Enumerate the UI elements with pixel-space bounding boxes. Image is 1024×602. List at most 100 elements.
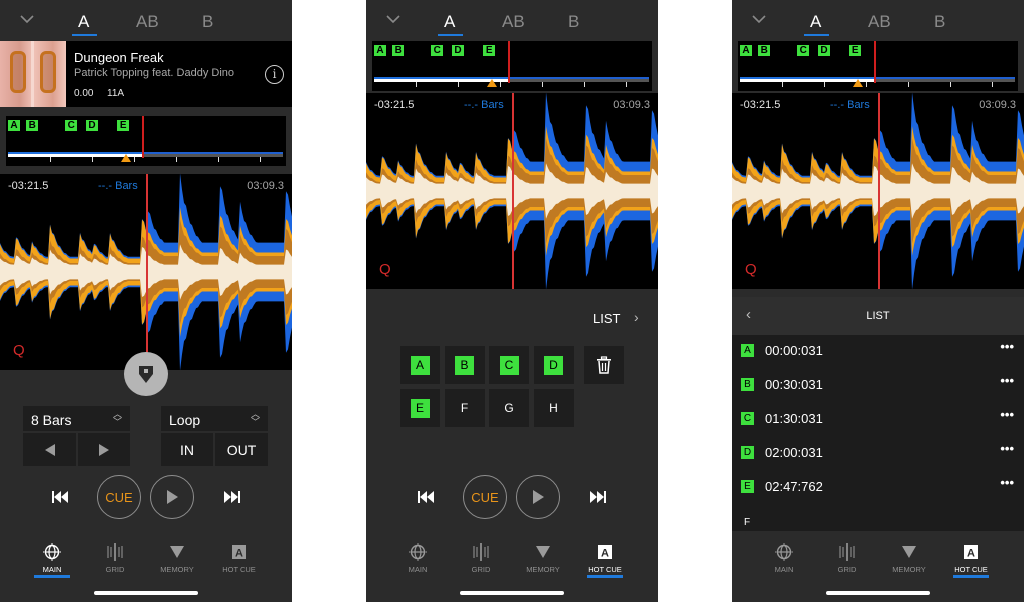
overview-waveform[interactable]: AB CD E (6, 116, 286, 166)
hot-cue-pad-d[interactable]: D (533, 346, 574, 384)
chevron-down-icon[interactable] (384, 12, 402, 26)
tab-deck-ab[interactable]: AB (136, 12, 159, 32)
hot-cue-list-row[interactable]: C 01:30:031 ••• (732, 403, 1024, 437)
hot-cue-pad-c[interactable]: C (489, 346, 529, 384)
info-icon[interactable]: i (265, 65, 284, 84)
hot-cue-pad-g[interactable]: G (489, 389, 529, 427)
overview-hot-cue-e[interactable]: E (849, 45, 862, 56)
next-track-icon[interactable] (223, 489, 241, 505)
more-options-icon[interactable]: ••• (1000, 475, 1014, 490)
track-info[interactable]: Dungeon Freak Patrick Topping feat. Dadd… (0, 41, 292, 107)
hot-cue-pad-f[interactable]: F (444, 389, 485, 427)
tab-deck-ab[interactable]: AB (502, 12, 525, 32)
overview-hot-cue-c[interactable]: C (65, 120, 78, 131)
bottom-nav: MAIN GRID MEMORY A HOT CUE (0, 537, 292, 593)
previous-track-icon[interactable] (417, 489, 435, 505)
overview-hot-cue-b[interactable]: B (26, 120, 39, 131)
quantize-button[interactable]: Q (745, 261, 757, 278)
overview-hot-cue-b[interactable]: B (392, 45, 405, 56)
play-button[interactable] (150, 475, 194, 519)
memory-cue-button[interactable] (124, 352, 168, 396)
play-button[interactable] (516, 475, 560, 519)
home-indicator[interactable] (94, 591, 198, 595)
hot-cue-label: H (549, 401, 558, 415)
nav-memory[interactable]: MEMORY (879, 537, 939, 587)
tab-deck-a[interactable]: A (444, 12, 455, 32)
waveform-display[interactable]: -03:21.5 --.- Bars 03:09.3 Q (732, 93, 1024, 289)
nav-hot-cue[interactable]: A HOT CUE (941, 537, 1001, 587)
overview-hot-cue-d[interactable]: D (818, 45, 830, 56)
list-header: ‹ LIST (732, 297, 1024, 335)
overview-waveform[interactable]: AB CD E (372, 41, 652, 91)
overview-hot-cue-a[interactable]: A (374, 45, 386, 56)
previous-track-icon[interactable] (51, 489, 69, 505)
cue-button[interactable]: CUE (97, 475, 141, 519)
hot-cue-list-row[interactable]: B 00:30:031 ••• (732, 369, 1024, 403)
beat-jump-back-button[interactable] (23, 433, 76, 466)
hot-cue-pad-a[interactable]: A (400, 346, 440, 384)
overview-tick (950, 82, 951, 87)
tab-deck-b[interactable]: B (568, 12, 579, 32)
list-link[interactable]: LIST (593, 311, 620, 326)
more-options-icon[interactable]: ••• (1000, 441, 1014, 456)
deck-tabs: A AB B (0, 0, 292, 41)
nav-grid[interactable]: GRID (451, 537, 511, 587)
nav-grid[interactable]: GRID (817, 537, 877, 587)
tab-deck-a[interactable]: A (810, 12, 821, 32)
overview-hot-cue-c[interactable]: C (431, 45, 444, 56)
hot-cue-list: A 00:00:031 ••• B 00:30:031 ••• C 01:30:03… (732, 335, 1024, 531)
beat-length-select[interactable]: 8 Bars ︿ ﹀ (23, 406, 130, 431)
overview-waveform[interactable]: AB CD E (738, 41, 1018, 91)
tab-deck-ab[interactable]: AB (868, 12, 891, 32)
quantize-button[interactable]: Q (13, 342, 25, 359)
tab-deck-b[interactable]: B (934, 12, 945, 32)
nav-memory[interactable]: MEMORY (147, 537, 207, 587)
overview-hot-cue-e[interactable]: E (117, 120, 130, 131)
hot-cue-list-row-empty[interactable]: F (732, 505, 1024, 539)
overview-tick (542, 82, 543, 87)
overview-hot-cue-d[interactable]: D (86, 120, 98, 131)
chevron-right-icon[interactable]: › (634, 309, 639, 325)
waveform-display[interactable]: -03:21.5 --.- Bars 03:09.3 Q (366, 93, 658, 289)
nav-memory[interactable]: MEMORY (513, 537, 573, 587)
hot-cue-pad-e[interactable]: E (400, 389, 440, 427)
nav-hot-cue[interactable]: A HOT CUE (575, 537, 635, 587)
more-options-icon[interactable]: ••• (1000, 407, 1014, 422)
nav-main[interactable]: MAIN (388, 537, 448, 587)
loop-in-button[interactable]: IN (161, 433, 213, 466)
hot-cue-list-row[interactable]: D 02:00:031 ••• (732, 437, 1024, 471)
tab-deck-a[interactable]: A (78, 12, 89, 32)
hot-cue-list-row[interactable]: A 00:00:031 ••• (732, 335, 1024, 369)
more-options-icon[interactable]: ••• (1000, 373, 1014, 388)
quantize-button[interactable]: Q (379, 261, 391, 278)
overview-hot-cue-a[interactable]: A (740, 45, 752, 56)
tab-deck-b[interactable]: B (202, 12, 213, 32)
delete-hot-cue-button[interactable] (584, 346, 624, 384)
chevron-down-icon[interactable] (18, 12, 36, 26)
nav-grid[interactable]: GRID (85, 537, 145, 587)
nav-hot-cue[interactable]: A HOT CUE (209, 537, 269, 587)
loop-mode-select[interactable]: Loop ︿ ﹀ (161, 406, 268, 431)
next-track-icon[interactable] (589, 489, 607, 505)
active-tab-underline (438, 34, 463, 36)
loop-out-button[interactable]: OUT (215, 433, 268, 466)
overview-hot-cue-b[interactable]: B (758, 45, 771, 56)
overview-hot-cue-c[interactable]: C (797, 45, 810, 56)
beat-jump-forward-button[interactable] (78, 433, 130, 466)
home-indicator[interactable] (826, 591, 930, 595)
nav-main[interactable]: MAIN (22, 537, 82, 587)
waveform-display[interactable]: -03:21.5 --.- Bars 03:09.3 Q (0, 174, 292, 370)
overview-hot-cue-e[interactable]: E (483, 45, 496, 56)
more-options-icon[interactable]: ••• (1000, 339, 1014, 354)
home-indicator[interactable] (460, 591, 564, 595)
overview-playhead (873, 41, 876, 83)
chevron-down-icon[interactable] (750, 12, 768, 26)
overview-hot-cue-d[interactable]: D (452, 45, 464, 56)
nav-main[interactable]: MAIN (754, 537, 814, 587)
hot-cue-pad-h[interactable]: H (533, 389, 574, 427)
overview-hot-cue-a[interactable]: A (8, 120, 20, 131)
grid-icon (839, 543, 855, 561)
hot-cue-pad-b[interactable]: B (444, 346, 485, 384)
hot-cue-list-row[interactable]: E 02:47:762 ••• (732, 471, 1024, 505)
cue-button[interactable]: CUE (463, 475, 507, 519)
